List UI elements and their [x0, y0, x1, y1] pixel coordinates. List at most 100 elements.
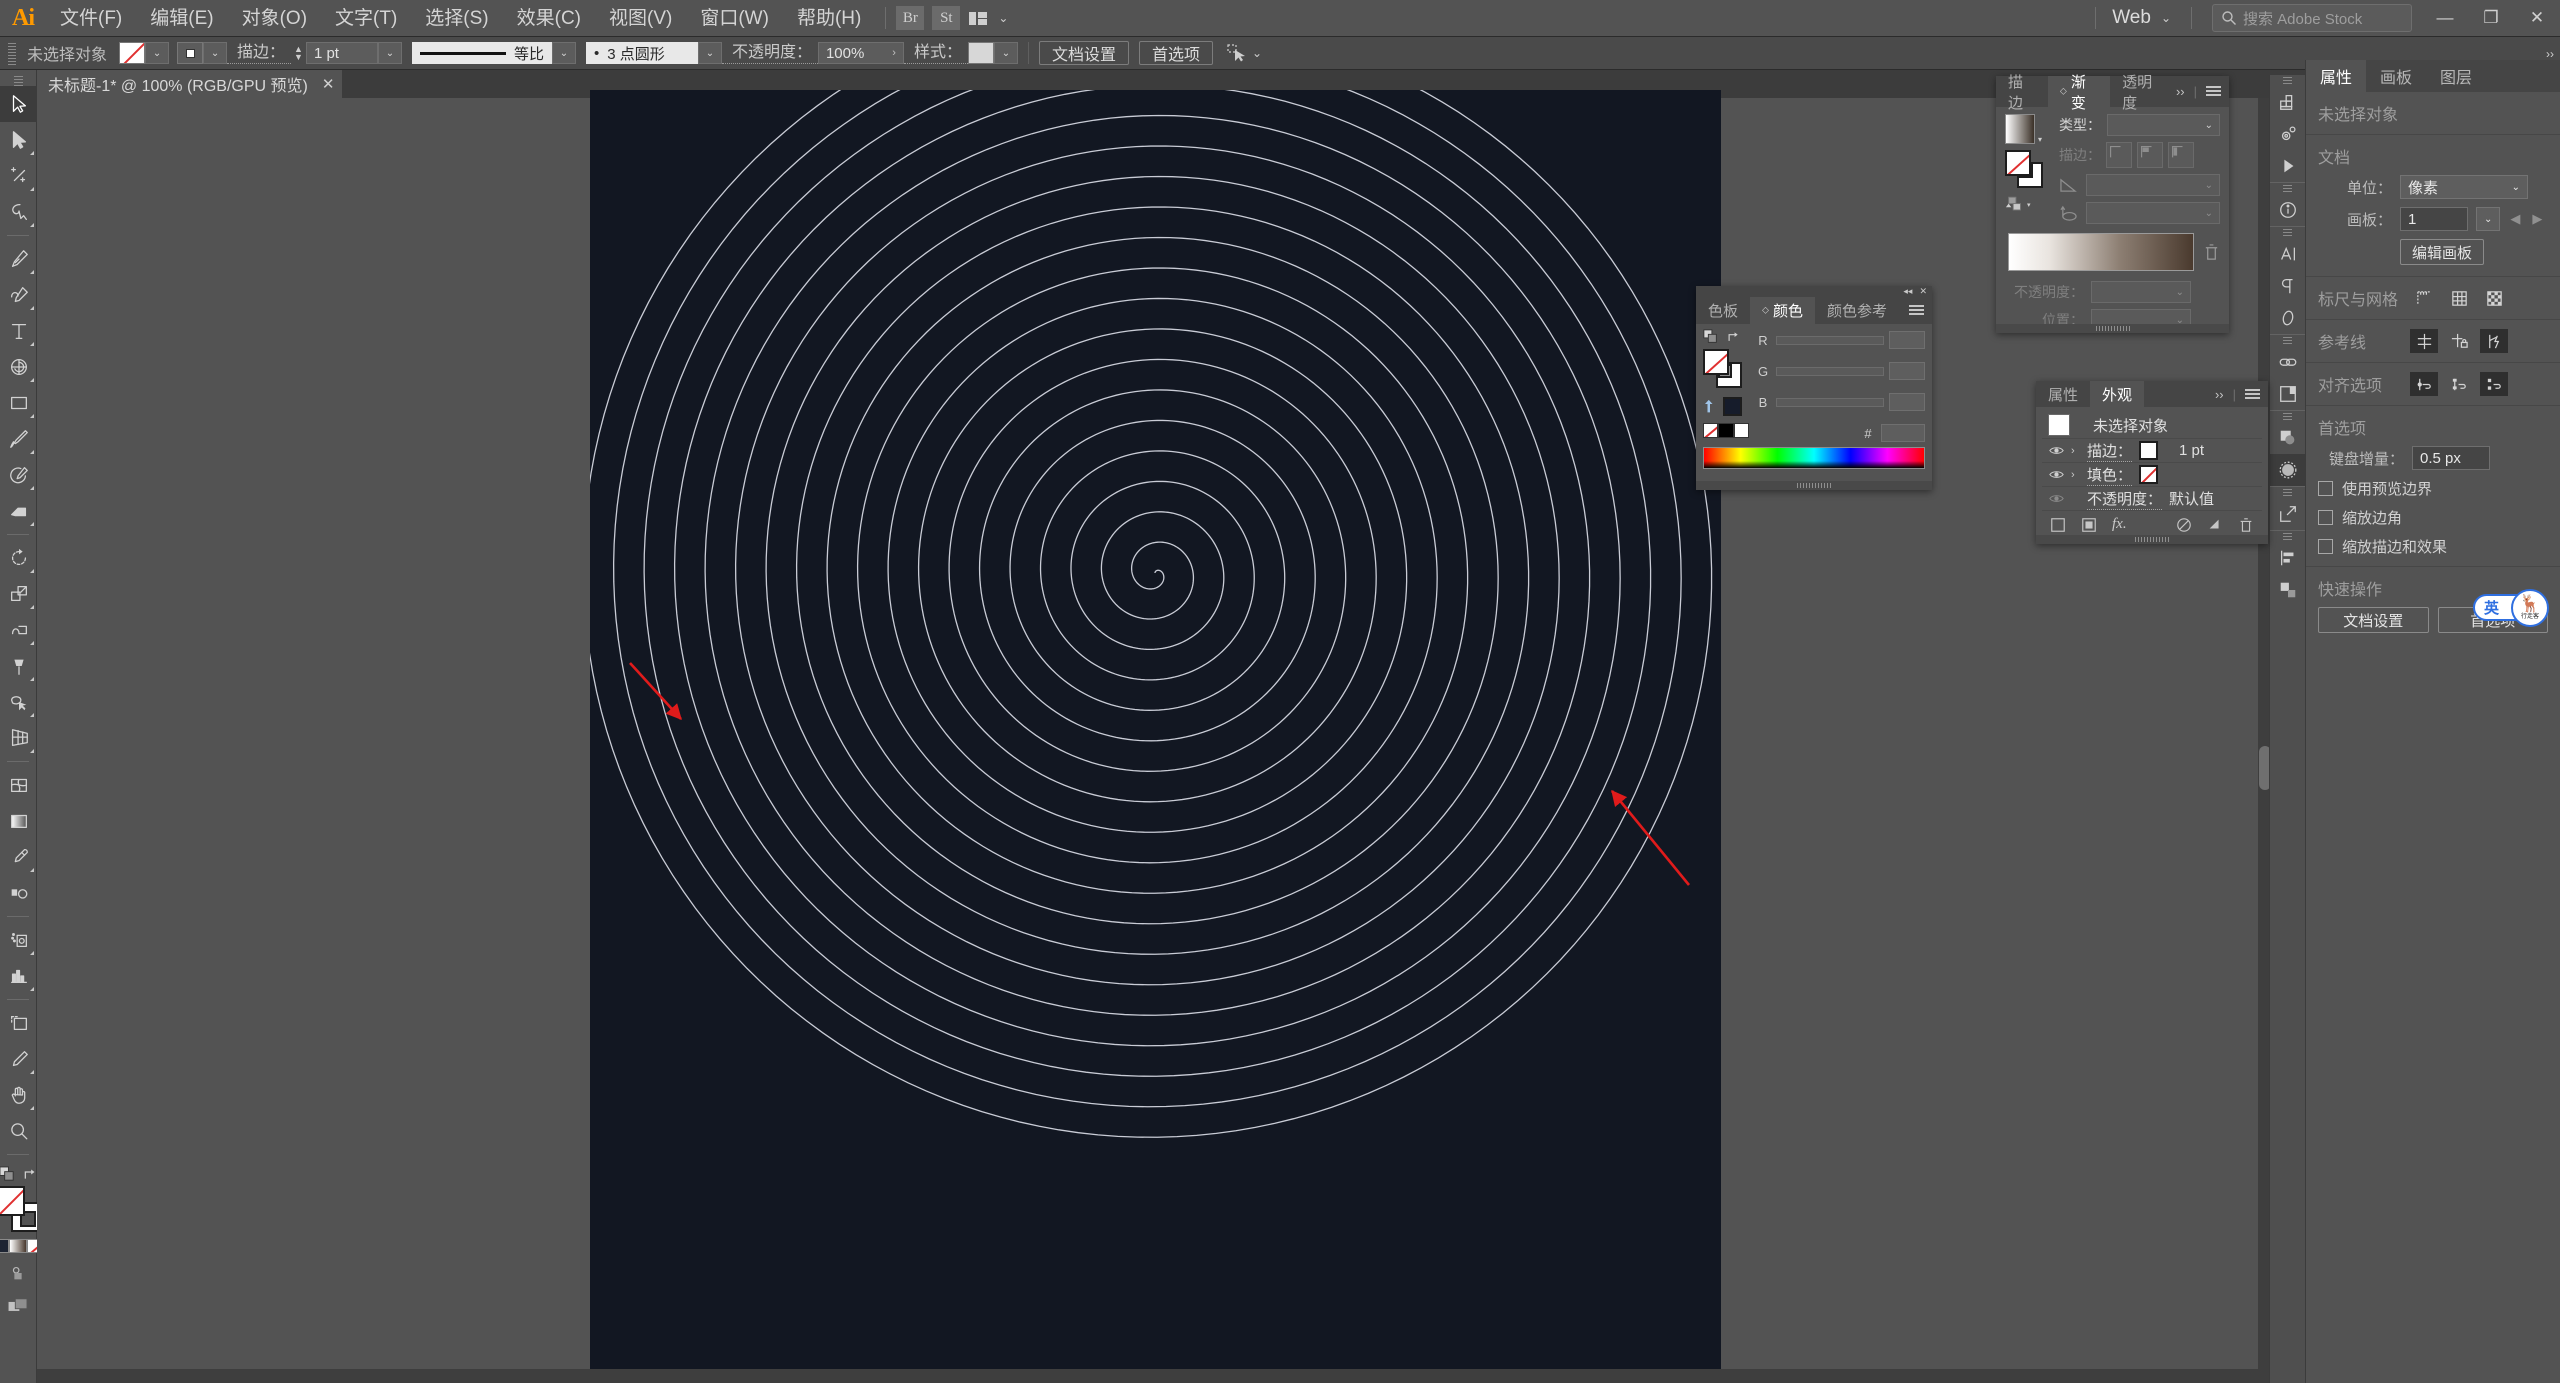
panel-expand-icon[interactable]: ›› [2176, 84, 2185, 99]
show-grid-icon[interactable] [2445, 286, 2473, 310]
stroke-row-label[interactable]: 描边： [2087, 440, 2132, 462]
align-icon[interactable] [2270, 542, 2306, 574]
delete-stop-icon[interactable] [2203, 243, 2220, 262]
stroke-row-value[interactable]: 1 pt [2179, 442, 2204, 459]
symbol-sprayer-tool[interactable] [0, 922, 37, 958]
previous-artboard-button[interactable]: ◀ [2508, 211, 2522, 227]
swap-colors-icon[interactable] [1726, 330, 1740, 344]
fill-row-swatch-none[interactable] [2139, 465, 2158, 484]
dock-gripper[interactable] [2270, 227, 2305, 238]
paragraph-icon[interactable] [2270, 270, 2306, 302]
libraries-icon[interactable] [2270, 86, 2306, 118]
character-icon[interactable] [2270, 238, 2306, 270]
stroke-weight-input[interactable]: 1 pt [306, 42, 378, 64]
menu-view[interactable]: 视图(V) [595, 0, 686, 37]
menu-object[interactable]: 对象(O) [228, 0, 321, 37]
panel-menu-icon[interactable] [2245, 389, 2260, 400]
menu-window[interactable]: 窗口(W) [686, 0, 783, 37]
snap-to-point-icon[interactable] [2410, 372, 2438, 396]
opacity-row-value[interactable]: 默认值 [2169, 488, 2214, 509]
glyphs-icon[interactable] [2270, 302, 2306, 334]
panel-expand-icon[interactable]: ›› [2215, 387, 2224, 402]
hand-tool[interactable] [0, 1077, 37, 1113]
dock-gripper[interactable] [2270, 531, 2305, 542]
type-tool[interactable] [0, 313, 37, 349]
eyedropper-tool[interactable] [0, 839, 37, 875]
gradient-preset-chevron-down-icon[interactable]: ▾ [2038, 135, 2042, 144]
stock-icon[interactable]: St [932, 6, 960, 30]
fill-color-swatch-none[interactable] [0, 1186, 25, 1216]
change-screen-mode-button[interactable] [7, 1297, 29, 1321]
use-preview-bounds-row[interactable]: 使用预览边界 [2318, 478, 2548, 499]
ime-logo-badge[interactable]: 🦌 行走客 [2511, 589, 2549, 627]
document-tab[interactable]: 未标题-1* @ 100% (RGB/GPU 预览) ✕ [34, 70, 342, 98]
add-new-effect-icon[interactable]: fx. [2112, 516, 2127, 533]
appearance-opacity-row[interactable]: 不透明度： 默认值 [2042, 487, 2262, 511]
tab-color-guide[interactable]: 颜色参考 [1815, 297, 1899, 324]
column-graph-tool[interactable] [0, 958, 37, 994]
opacity-row-label[interactable]: 不透明度： [2087, 488, 2162, 510]
last-used-color-swatch[interactable] [1723, 397, 1742, 416]
graphic-style-swatch[interactable] [968, 42, 994, 64]
scale-corners-checkbox[interactable] [2318, 510, 2333, 525]
opacity-input[interactable]: 100% › [818, 42, 904, 64]
scale-strokes-effects-row[interactable]: 缩放描边和效果 [2318, 536, 2548, 557]
panel-menu-icon[interactable] [1909, 305, 1924, 316]
document-setup-button[interactable]: 文档设置 [1039, 41, 1129, 65]
delete-item-icon[interactable] [2238, 517, 2254, 533]
gradient-type-select[interactable]: ⌄ [2107, 114, 2220, 136]
snap-to-pixel-icon[interactable] [2480, 372, 2508, 396]
dock-gripper[interactable] [2270, 183, 2305, 194]
mesh-tool[interactable] [0, 767, 37, 803]
menu-type[interactable]: 文字(T) [321, 0, 411, 37]
swap-fill-stroke-icon[interactable] [22, 1167, 37, 1182]
hex-input[interactable] [1881, 424, 1925, 442]
gradient-aspect-input[interactable]: ⌄ [2086, 202, 2220, 224]
curvature-tool[interactable] [0, 277, 37, 313]
stroke-gradient-within-icon[interactable] [2106, 142, 2132, 168]
selection-tool[interactable] [0, 86, 37, 122]
window-minimize-button[interactable]: — [2422, 0, 2468, 37]
perspective-grid-tool[interactable] [0, 720, 37, 756]
reverse-gradient-button[interactable]: ▾ [2005, 196, 2049, 213]
stroke-stepper[interactable]: ▲▼ [291, 45, 306, 61]
actions-icon[interactable] [2270, 118, 2306, 150]
stroke-expand-chevron-right-icon[interactable]: › [2071, 445, 2080, 457]
tab-properties-float[interactable]: 属性 [2036, 381, 2090, 407]
rectangle-tool[interactable] [0, 385, 37, 421]
clear-appearance-icon[interactable] [2176, 517, 2192, 533]
channel-b-input[interactable] [1889, 393, 1925, 411]
document-info-icon[interactable] [2270, 194, 2306, 226]
window-close-button[interactable]: ✕ [2514, 0, 2560, 37]
tools-panel-gripper[interactable] [0, 74, 36, 86]
tab-transparency[interactable]: 透明度 [2110, 76, 2176, 107]
image-trace-icon[interactable] [2270, 498, 2306, 530]
qa-document-setup-button[interactable]: 文档设置 [2318, 607, 2429, 633]
stroke-weight-label[interactable]: 描边： [227, 43, 291, 64]
show-transparency-grid-icon[interactable] [2480, 286, 2508, 310]
channel-g-slider[interactable] [1776, 367, 1884, 376]
play-icon[interactable] [2270, 150, 2306, 182]
horizontal-scrollbar-track[interactable] [37, 1369, 2272, 1383]
pen-tool[interactable] [0, 241, 37, 277]
stroke-swatch[interactable] [177, 42, 203, 64]
gradient-fill-swatch-none[interactable] [2005, 150, 2031, 176]
use-preview-bounds-checkbox[interactable] [2318, 481, 2333, 496]
shape-builder-tool[interactable] [0, 684, 37, 720]
preferences-button[interactable]: 首选项 [1139, 41, 1213, 65]
stock-search-input[interactable]: 搜索 Adobe Stock [2212, 4, 2412, 32]
stroke-weight-dropdown[interactable]: ⌄ [378, 42, 402, 64]
fill-dropdown[interactable]: ⌄ [145, 42, 169, 64]
smart-guides-icon[interactable] [2480, 329, 2508, 353]
brush-definition-selector[interactable]: • 3 点圆形 [586, 42, 698, 64]
shaper-tool[interactable] [0, 457, 37, 493]
color-fill-stroke-indicator[interactable] [1703, 349, 1745, 389]
dock-gripper[interactable] [2270, 487, 2305, 498]
select-similar-button[interactable]: ⌄ [1227, 44, 1262, 62]
channel-r-slider[interactable] [1776, 336, 1884, 345]
stroke-row-swatch[interactable] [2139, 441, 2158, 460]
scale-tool[interactable] [0, 576, 37, 612]
last-color-arrow-icon[interactable] [1703, 399, 1717, 414]
channel-r-input[interactable] [1889, 331, 1925, 349]
tab-artboards[interactable]: 画板 [2366, 60, 2426, 92]
